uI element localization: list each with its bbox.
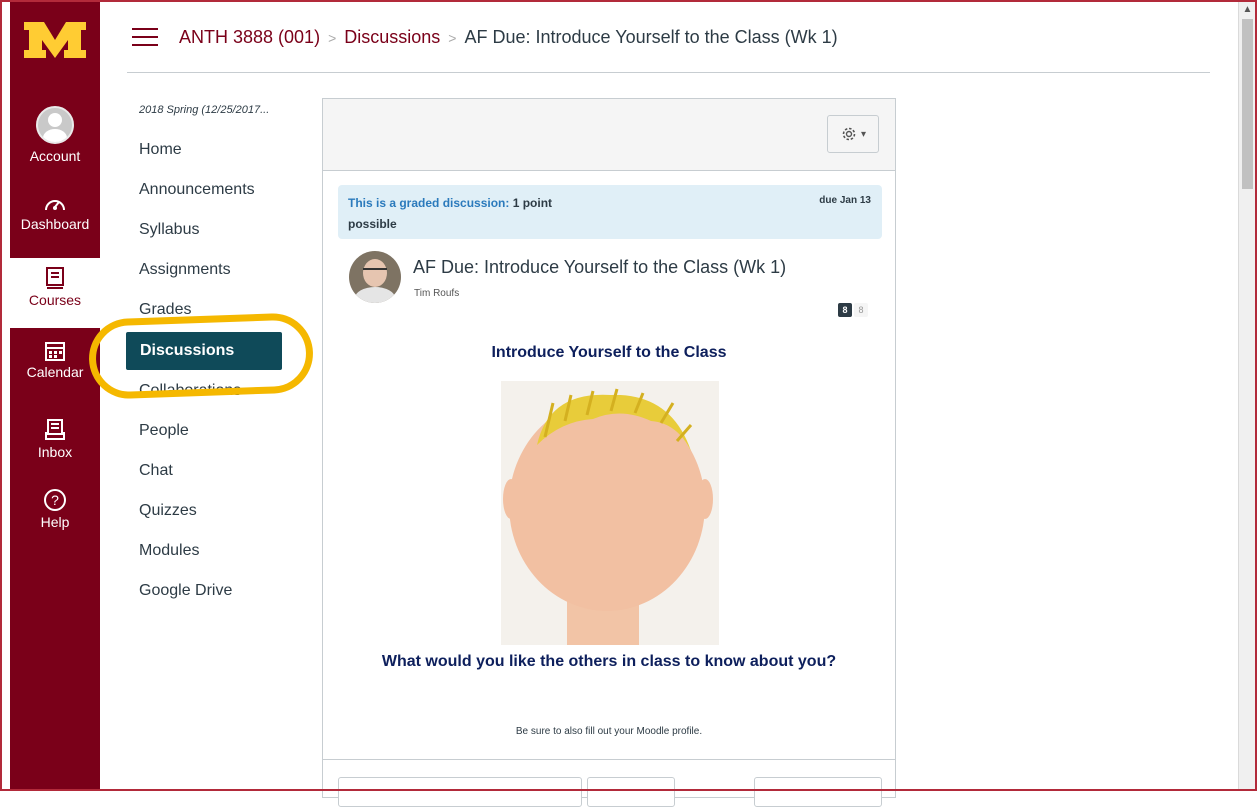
term-label: 2018 Spring (12/25/2017... <box>139 104 270 116</box>
course-nav-home[interactable]: Home <box>139 141 182 159</box>
menu-toggle-icon[interactable] <box>132 28 158 46</box>
discussion-panel: ▾ This is a graded discussion: 1 point p… <box>322 98 896 807</box>
breadcrumb-discussions[interactable]: Discussions <box>344 27 440 47</box>
header-divider <box>127 72 1210 73</box>
breadcrumb-course[interactable]: ANTH 3888 (001) <box>179 27 320 47</box>
svg-text:?: ? <box>51 492 59 508</box>
block-m-logo-icon <box>24 22 86 58</box>
help-icon: ? <box>44 489 66 511</box>
nav-courses[interactable]: Courses <box>10 258 100 328</box>
inbox-icon <box>45 419 65 440</box>
drawing-image <box>501 381 719 645</box>
nav-courses-label: Courses <box>28 292 82 308</box>
graded-label: This is a graded discussion: <box>348 196 510 210</box>
nav-help[interactable]: ? Help <box>10 488 100 546</box>
breadcrumb-separator-icon: > <box>328 30 337 46</box>
unread-count-badge: 8 <box>838 303 852 317</box>
breadcrumb-current: AF Due: Introduce Yourself to the Class … <box>464 27 838 47</box>
post-note: Be sure to also fill out your Moodle pro… <box>515 726 703 737</box>
highlight-annotation <box>87 312 315 400</box>
total-count-badge: 8 <box>854 303 868 317</box>
course-nav-quizzes[interactable]: Quizzes <box>139 502 197 520</box>
nav-dashboard[interactable]: Dashboard <box>10 194 100 252</box>
course-nav-syllabus[interactable]: Syllabus <box>139 221 199 239</box>
global-nav: Account Dashboard Courses Calendar Inbox… <box>10 0 100 791</box>
calendar-icon <box>45 342 65 361</box>
graded-points: 1 point <box>512 196 553 210</box>
page-scrollbar[interactable]: ▲ <box>1238 2 1256 789</box>
gear-icon <box>842 127 856 141</box>
author-name[interactable]: Tim Roufs <box>414 288 459 299</box>
course-nav-chat[interactable]: Chat <box>139 462 173 480</box>
course-nav-modules[interactable]: Modules <box>139 542 199 560</box>
course-nav-google-drive[interactable]: Google Drive <box>139 582 232 600</box>
scroll-up-icon[interactable]: ▲ <box>1239 2 1256 18</box>
nav-calendar[interactable]: Calendar <box>10 340 100 398</box>
course-nav-announcements[interactable]: Announcements <box>139 181 255 199</box>
nav-help-label: Help <box>40 514 70 530</box>
graded-text: This is a graded discussion: 1 point pos… <box>348 193 768 235</box>
search-entries-field[interactable] <box>338 777 582 807</box>
discussion-title: AF Due: Introduce Yourself to the Class … <box>413 257 787 277</box>
due-date: due Jan 13 <box>819 195 871 206</box>
graded-possible: possible <box>348 217 397 231</box>
dashboard-icon <box>45 200 65 211</box>
nav-account-label: Account <box>29 148 81 164</box>
nav-inbox-label: Inbox <box>37 444 73 460</box>
reply-count-badges: 8 8 <box>838 303 868 317</box>
post-question: What would you like the others in class … <box>381 653 837 670</box>
nav-account[interactable]: Account <box>10 106 100 168</box>
subscribe-button[interactable] <box>754 777 882 807</box>
discussion-toolbar: ▾ <box>323 99 895 171</box>
breadcrumb: ANTH 3888 (001) > Discussions > AF Due: Intr… <box>179 27 838 48</box>
filter-button[interactable] <box>587 777 675 807</box>
settings-menu-button[interactable]: ▾ <box>827 115 879 153</box>
course-nav-people[interactable]: People <box>139 422 189 440</box>
courses-icon <box>46 267 64 289</box>
avatar[interactable] <box>349 251 401 303</box>
caret-down-icon: ▾ <box>860 128 867 140</box>
scroll-thumb[interactable] <box>1242 19 1253 189</box>
breadcrumb-separator-icon: > <box>448 30 457 46</box>
user-icon <box>36 106 74 144</box>
post-heading: Introduce Yourself to the Class <box>491 344 727 361</box>
nav-calendar-label: Calendar <box>26 364 84 380</box>
course-nav-assignments[interactable]: Assignments <box>139 261 231 279</box>
nav-dashboard-label: Dashboard <box>20 216 90 232</box>
nav-inbox[interactable]: Inbox <box>10 418 100 476</box>
graded-discussion-notice: This is a graded discussion: 1 point pos… <box>338 185 882 239</box>
university-logo[interactable] <box>10 18 100 78</box>
panel-divider <box>323 759 895 760</box>
